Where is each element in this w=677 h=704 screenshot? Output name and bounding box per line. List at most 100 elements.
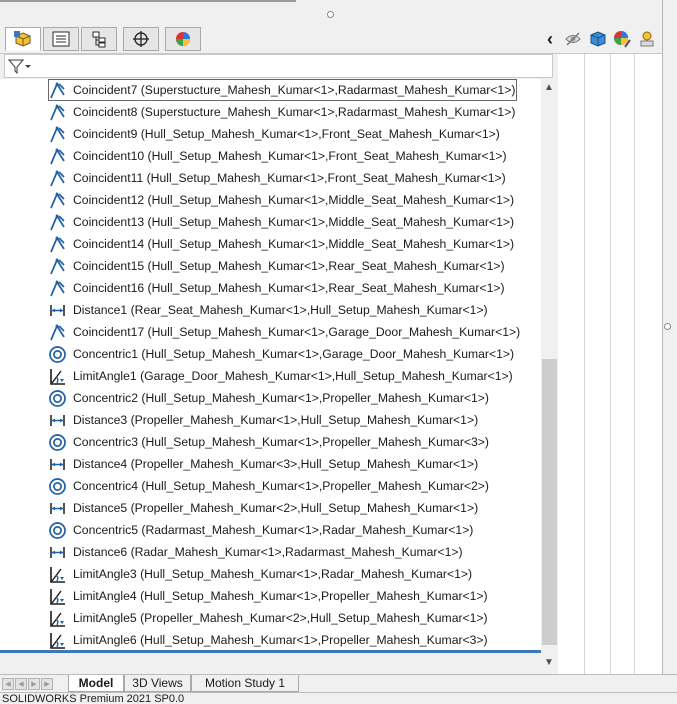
tab-model-label: Model [78,676,114,690]
tab-model[interactable]: Model [68,675,124,692]
distance-mate-icon [48,411,67,430]
tree-item-label: LimitAngle4 (Hull_Setup_Mahesh_Kumar<1>,… [73,589,488,603]
tree-item[interactable]: Coincident9 (Hull_Setup_Mahesh_Kumar<1>,… [48,123,500,145]
configuration-manager-tab-icon [92,31,106,48]
tree-item-label: Coincident12 (Hull_Setup_Mahesh_Kumar<1>… [73,193,515,207]
tree-item[interactable]: Coincident17 (Hull_Setup_Mahesh_Kumar<1>… [48,321,520,343]
tree-item-label: Concentric1 (Hull_Setup_Mahesh_Kumar<1>,… [73,347,515,361]
eye-hidden-icon [565,32,581,46]
next-tab-icon[interactable]: ▶ [28,678,40,690]
last-tab-icon[interactable]: ▶ [41,678,53,690]
tree-item[interactable]: Concentric3 (Hull_Setup_Mahesh_Kumar<1>,… [48,431,489,453]
tree-item-label: LimitAngle6 (Hull_Setup_Mahesh_Kumar<1>,… [73,633,488,647]
tree-item[interactable]: Coincident11 (Hull_Setup_Mahesh_Kumar<1>… [48,167,506,189]
coincident-mate-icon [48,323,67,342]
scroll-down-icon[interactable]: ▼ [544,657,554,668]
concentric-mate-icon [48,521,67,540]
scroll-thumb[interactable] [542,359,557,645]
tree-item[interactable]: LimitAngle5 (Propeller_Mahesh_Kumar<2>,H… [48,607,488,629]
tab-motion-study[interactable]: Motion Study 1 [191,675,299,692]
bottom-tab-bar: ◀ ◀ ▶ ▶ Model 3D Views Motion Study 1 [0,674,677,693]
dimxpert-manager-tab[interactable] [123,27,159,51]
tree-item[interactable]: Coincident8 (Superstucture_Mahesh_Kumar<… [48,101,515,123]
distance-mate-icon [48,499,67,518]
tree-item[interactable]: Coincident7 (Superstucture_Mahesh_Kumar<… [48,79,518,101]
tree-item-label: Coincident15 (Hull_Setup_Mahesh_Kumar<1>… [73,259,505,273]
coincident-mate-icon [48,213,67,232]
property-manager-tab[interactable] [43,27,79,51]
scene-icon [640,31,654,47]
collapse-panel-button[interactable]: ‹ [540,29,560,49]
limitangle-mate-icon [48,587,67,606]
tree-item-label: Coincident9 (Hull_Setup_Mahesh_Kumar<1>,… [73,127,500,141]
side-splitter-handle[interactable] [664,323,671,330]
tree-item[interactable]: Distance1 (Rear_Seat_Mahesh_Kumar<1>,Hul… [48,299,488,321]
tree-item-label: Coincident14 (Hull_Setup_Mahesh_Kumar<1>… [73,237,515,251]
tree-item[interactable]: Distance4 (Propeller_Mahesh_Kumar<3>,Hul… [48,453,478,475]
coincident-mate-icon [48,257,67,276]
tree-item-label: Concentric2 (Hull_Setup_Mahesh_Kumar<1>,… [73,391,489,405]
scroll-up-icon[interactable]: ▲ [544,82,554,93]
display-style-button[interactable] [588,29,608,49]
prev-tab-icon[interactable]: ◀ [15,678,27,690]
tree-item-label: Coincident13 (Hull_Setup_Mahesh_Kumar<1>… [73,215,515,229]
concentric-mate-icon [48,389,67,408]
tree-scrollbar[interactable]: ▲ ▼ [541,79,558,672]
display-manager-tab[interactable] [165,27,201,51]
tree-item[interactable]: LimitAngle3 (Hull_Setup_Mahesh_Kumar<1>,… [48,563,472,585]
panel-divider [662,0,663,675]
tree-item-label: Concentric5 (Radarmast_Mahesh_Kumar<1>,R… [73,523,474,537]
configuration-manager-tab[interactable] [81,27,117,51]
tree-item[interactable]: Concentric1 (Hull_Setup_Mahesh_Kumar<1>,… [48,343,514,365]
distance-mate-icon [48,455,67,474]
tree-item[interactable]: Coincident14 (Hull_Setup_Mahesh_Kumar<1>… [48,233,514,255]
tree-item-label: Distance1 (Rear_Seat_Mahesh_Kumar<1>,Hul… [73,303,488,317]
status-text: SOLIDWORKS Premium 2021 SP0.0 [2,693,185,704]
tree-item-label: Distance3 (Propeller_Mahesh_Kumar<1>,Hul… [73,413,479,427]
property-manager-tab-icon [52,31,70,47]
coincident-mate-icon [48,169,67,188]
limitangle-mate-icon [48,631,67,650]
tab-scroll-buttons[interactable]: ◀ ◀ ▶ ▶ [2,678,53,690]
tree-item-label: Concentric3 (Hull_Setup_Mahesh_Kumar<1>,… [73,435,489,449]
top-strip [0,0,677,26]
distance-mate-icon [48,301,67,320]
tree-item[interactable]: LimitAngle6 (Hull_Setup_Mahesh_Kumar<1>,… [48,629,488,651]
tree-item[interactable]: LimitAngle1 (Garage_Door_Mahesh_Kumar<1>… [48,365,513,387]
filter-dropdown[interactable] [8,57,36,75]
tree-item[interactable]: Coincident15 (Hull_Setup_Mahesh_Kumar<1>… [48,255,505,277]
display-manager-tab-icon [176,32,190,46]
coincident-mate-icon [48,103,67,122]
top-scrollbar[interactable] [0,0,296,2]
tree-item[interactable]: Coincident13 (Hull_Setup_Mahesh_Kumar<1>… [48,211,514,233]
concentric-mate-icon [48,477,67,496]
tree-item-label: Concentric4 (Hull_Setup_Mahesh_Kumar<1>,… [73,479,489,493]
tree-item[interactable]: Distance5 (Propeller_Mahesh_Kumar<2>,Hul… [48,497,478,519]
tree-item[interactable]: Concentric2 (Hull_Setup_Mahesh_Kumar<1>,… [48,387,489,409]
status-bar: SOLIDWORKS Premium 2021 SP0.0 [0,692,677,704]
tab-3d-views-label: 3D Views [132,676,183,690]
tree-item[interactable]: Concentric5 (Radarmast_Mahesh_Kumar<1>,R… [48,519,473,541]
tree-item[interactable]: Coincident12 (Hull_Setup_Mahesh_Kumar<1>… [48,189,514,211]
tree-item[interactable]: LimitAngle4 (Hull_Setup_Mahesh_Kumar<1>,… [48,585,488,607]
hide-show-items-button[interactable] [563,29,583,49]
cube-icon [590,31,606,47]
tree-item[interactable]: Distance3 (Propeller_Mahesh_Kumar<1>,Hul… [48,409,478,431]
tree-item-label: Distance5 (Propeller_Mahesh_Kumar<2>,Hul… [73,501,479,515]
scene-button[interactable] [637,29,657,49]
tree-item[interactable]: Coincident16 (Hull_Setup_Mahesh_Kumar<1>… [48,277,505,299]
tree-item-label: Coincident8 (Superstucture_Mahesh_Kumar<… [73,105,516,119]
tree-item[interactable]: Coincident10 (Hull_Setup_Mahesh_Kumar<1>… [48,145,507,167]
feature-manager-tab[interactable] [5,27,41,51]
first-tab-icon[interactable]: ◀ [2,678,14,690]
limitangle-mate-icon [48,367,67,386]
splitter-handle[interactable] [327,11,334,18]
coincident-mate-icon [48,235,67,254]
tree-item[interactable]: Distance6 (Radar_Mahesh_Kumar<1>,Radarma… [48,541,463,563]
tree-item[interactable]: Concentric4 (Hull_Setup_Mahesh_Kumar<1>,… [48,475,489,497]
dropdown-arrow-icon [25,65,31,68]
tab-3d-views[interactable]: 3D Views [124,675,191,692]
coincident-mate-icon [48,147,67,166]
feature-tree: Coincident7 (Superstucture_Mahesh_Kumar<… [0,79,541,651]
appearance-button[interactable] [612,29,632,49]
